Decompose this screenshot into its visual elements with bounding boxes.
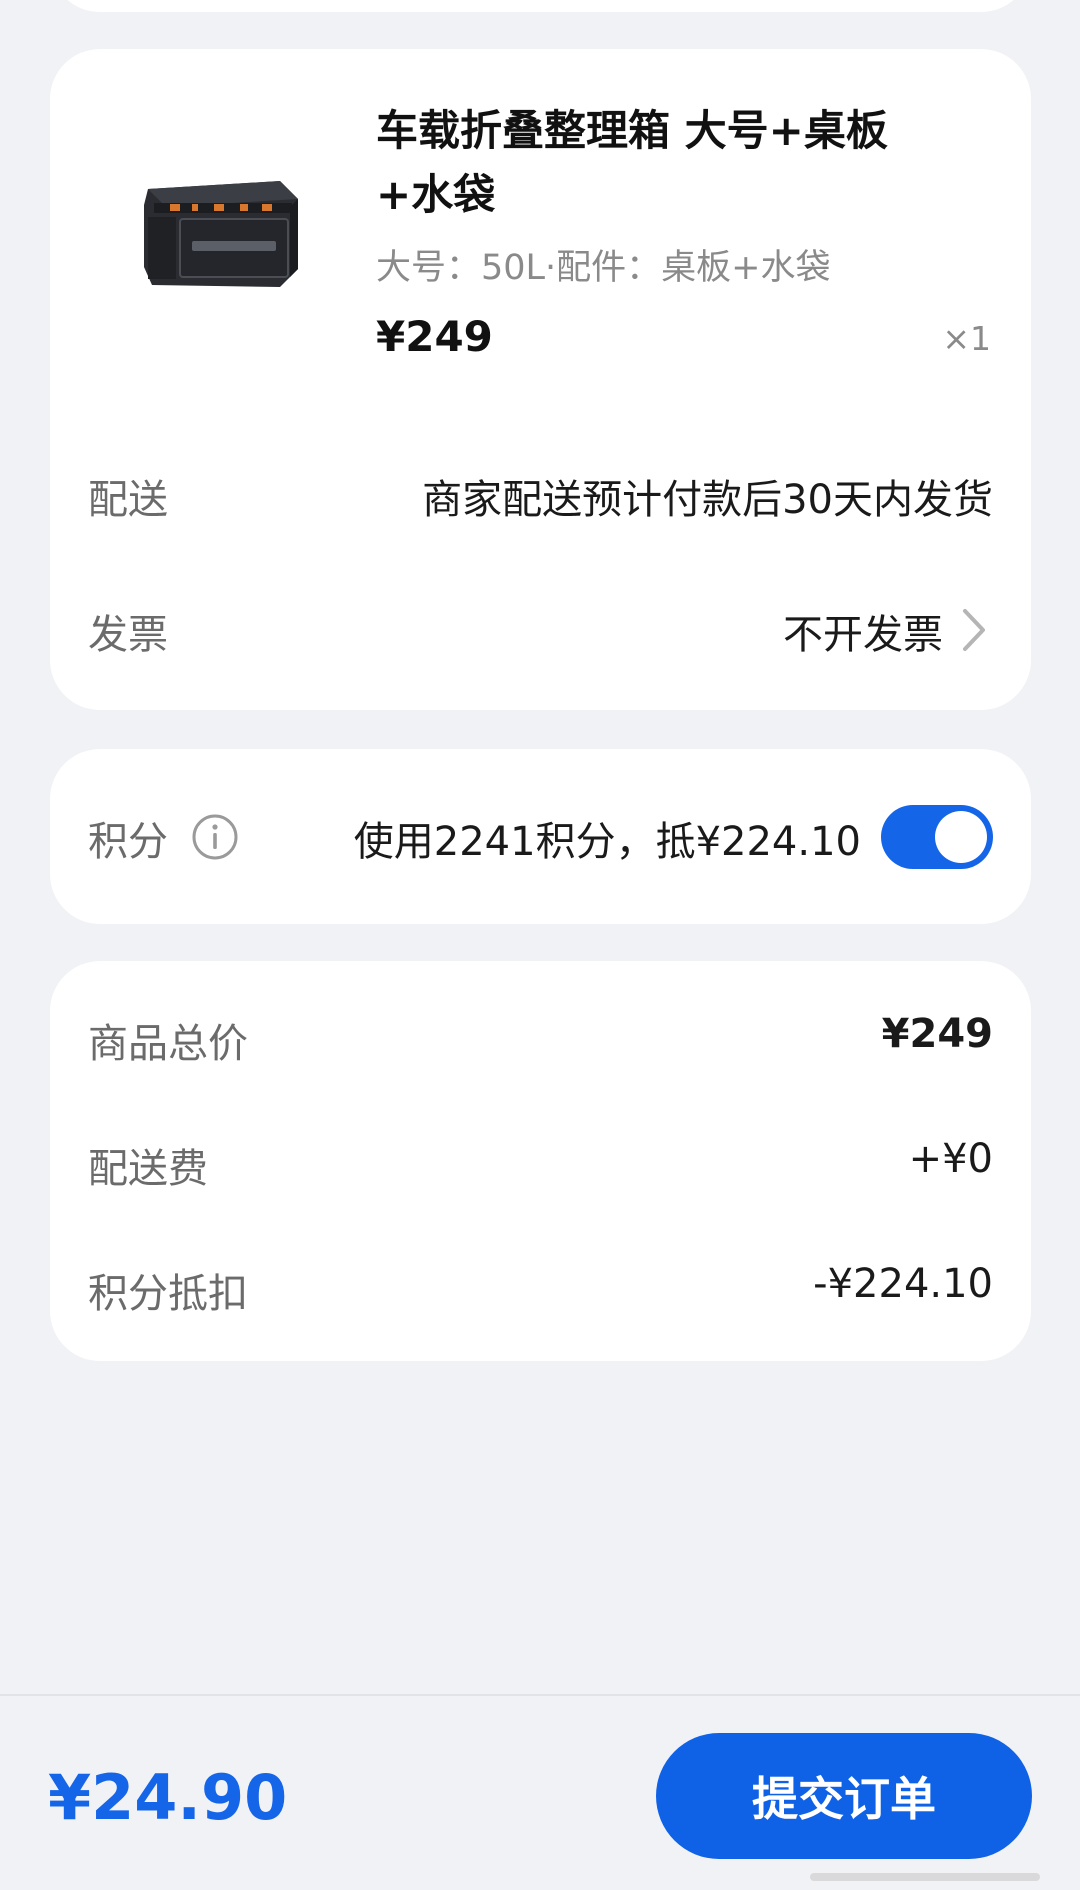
- product-card: 车载折叠整理箱 大号+桌板+水袋 大号：50L·配件：桌板+水袋 ¥249 ×1…: [50, 49, 1031, 710]
- storage-box-image: [144, 181, 298, 287]
- points-description: 使用2241积分，抵¥224.10: [353, 819, 861, 865]
- summary-label: 积分抵扣: [88, 1271, 248, 1317]
- summary-value: -¥224.10: [813, 1261, 993, 1307]
- delivery-label: 配送: [88, 477, 168, 523]
- submit-order-button[interactable]: 提交订单: [656, 1733, 1032, 1859]
- points-label: 积分: [88, 819, 168, 865]
- points-toggle[interactable]: [881, 805, 993, 869]
- product-quantity: ×1: [942, 319, 991, 358]
- toggle-knob: [935, 811, 987, 863]
- summary-label: 商品总价: [88, 1021, 248, 1067]
- total-price: ¥24.90: [48, 1761, 288, 1834]
- previous-card: [50, 0, 1031, 12]
- summary-label: 配送费: [88, 1146, 208, 1192]
- checkout-bar: ¥24.90 提交订单: [0, 1694, 1080, 1890]
- delivery-value: 商家配送预计付款后30天内发货: [422, 477, 993, 523]
- product-spec: 大号：50L·配件：桌板+水袋: [376, 248, 831, 288]
- price-summary-card: 商品总价 ¥249 配送费 +¥0 积分抵扣 -¥224.10: [50, 961, 1031, 1361]
- product-price: ¥249: [376, 312, 493, 361]
- product-title: 车载折叠整理箱 大号+桌板+水袋: [376, 106, 888, 219]
- chevron-right-icon[interactable]: [957, 605, 991, 655]
- invoice-value[interactable]: 不开发票: [783, 602, 943, 660]
- summary-value: +¥0: [908, 1136, 993, 1182]
- home-indicator: [810, 1873, 1040, 1881]
- order-confirm-page: 车载折叠整理箱 大号+桌板+水袋 大号：50L·配件：桌板+水袋 ¥249 ×1…: [0, 0, 1080, 1890]
- summary-value: ¥249: [881, 1011, 993, 1057]
- info-icon[interactable]: [190, 812, 240, 862]
- points-card: 积分 使用2241积分，抵¥224.10: [50, 749, 1031, 924]
- invoice-label: 发票: [88, 612, 168, 658]
